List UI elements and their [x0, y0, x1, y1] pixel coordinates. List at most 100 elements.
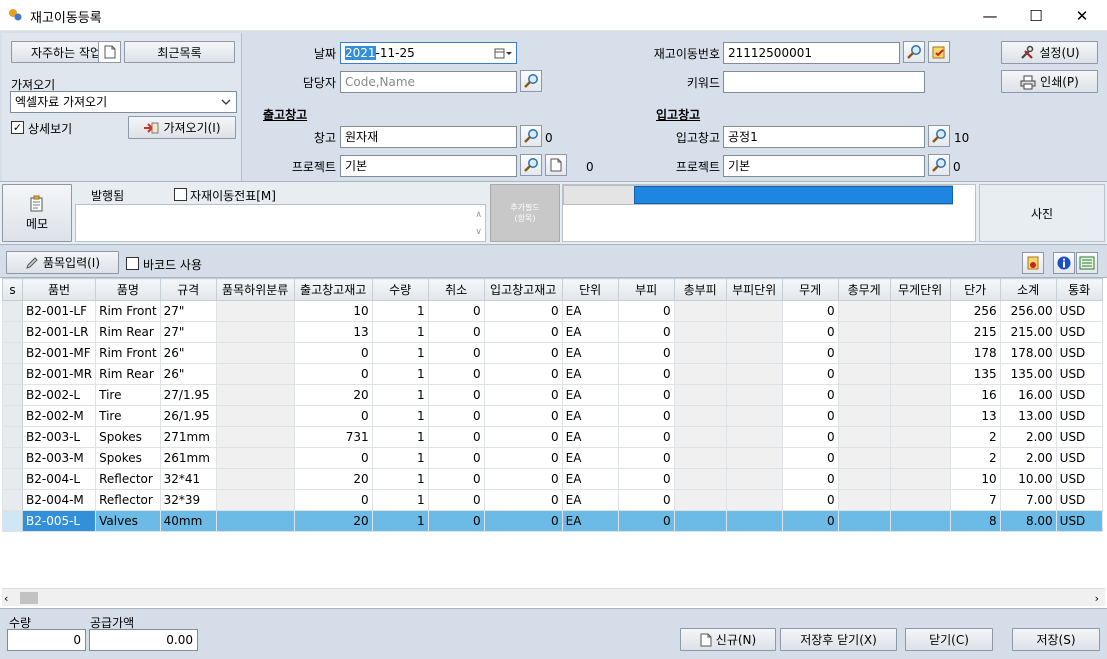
table-cell[interactable]: [837, 447, 891, 469]
table-cell[interactable]: 0: [617, 426, 675, 448]
table-cell[interactable]: [673, 384, 727, 406]
import-select[interactable]: 엑셀자료 가져오기: [10, 91, 237, 113]
table-cell[interactable]: B2-001-LF: [21, 300, 97, 322]
table-cell[interactable]: USD: [1055, 426, 1103, 448]
table-cell[interactable]: Spokes: [95, 426, 161, 448]
row-selector[interactable]: [2, 468, 23, 490]
table-cell[interactable]: 0: [617, 489, 675, 511]
table-cell[interactable]: USD: [1055, 468, 1103, 490]
table-cell[interactable]: 0: [293, 489, 373, 511]
column-header[interactable]: 입고창고재고: [483, 278, 563, 301]
table-cell[interactable]: 1: [371, 384, 429, 406]
table-cell[interactable]: 731: [293, 426, 373, 448]
table-cell[interactable]: [215, 321, 295, 343]
table-cell[interactable]: [215, 342, 295, 364]
column-header[interactable]: 품명: [95, 278, 161, 301]
table-cell[interactable]: 10: [949, 468, 1001, 490]
table-cell[interactable]: USD: [1055, 384, 1103, 406]
table-cell[interactable]: 0: [427, 363, 485, 385]
table-cell[interactable]: [837, 405, 891, 427]
table-cell[interactable]: B2-002-M: [21, 405, 97, 427]
table-cell[interactable]: 0: [617, 363, 675, 385]
table-cell[interactable]: B2-001-LR: [21, 321, 97, 343]
table-cell[interactable]: 0: [483, 510, 563, 532]
row-selector[interactable]: [2, 489, 23, 511]
barcode-checkbox[interactable]: [126, 257, 139, 270]
table-cell[interactable]: 0: [427, 510, 485, 532]
table-cell[interactable]: 1: [371, 405, 429, 427]
column-header[interactable]: 부피: [617, 278, 675, 301]
table-cell[interactable]: [673, 510, 727, 532]
table-cell[interactable]: [725, 342, 783, 364]
table-cell[interactable]: 0: [617, 300, 675, 322]
table-cell[interactable]: 0: [781, 489, 839, 511]
table-cell[interactable]: 0: [617, 342, 675, 364]
out-project-input[interactable]: 기본: [340, 155, 517, 177]
column-header[interactable]: 단위: [561, 278, 619, 301]
table-cell[interactable]: 0: [483, 363, 563, 385]
table-cell[interactable]: 0: [781, 426, 839, 448]
table-cell[interactable]: 0: [781, 510, 839, 532]
table-cell[interactable]: 0: [427, 489, 485, 511]
table-cell[interactable]: [725, 468, 783, 490]
table-cell[interactable]: [889, 342, 951, 364]
table-cell[interactable]: 32*41: [159, 468, 217, 490]
transfer-no-input[interactable]: 21112500001: [723, 42, 900, 64]
table-cell[interactable]: 0: [427, 468, 485, 490]
out-project-doc-icon[interactable]: [545, 154, 567, 176]
table-row[interactable]: B2-001-MF Rim Front 26" 0 1 0 0 EA 0 0 178 178.00 US…: [2, 342, 1103, 364]
table-row[interactable]: B2-001-MR Rim Rear 26" 0 1 0 0 EA 0 0 135 135.00 USD: [2, 363, 1103, 385]
extra-field-button[interactable]: 추가필드 (항목): [490, 184, 560, 242]
column-header[interactable]: 무게단위: [889, 278, 951, 301]
table-cell[interactable]: [889, 321, 951, 343]
keyword-input[interactable]: [723, 71, 925, 93]
table-row[interactable]: B2-001-LR Rim Rear 27" 13 1 0 0 EA 0 0 215 215.00 US…: [2, 321, 1103, 343]
table-cell[interactable]: Rim Rear: [95, 363, 161, 385]
table-cell[interactable]: 0: [483, 321, 563, 343]
table-cell[interactable]: [837, 342, 891, 364]
table-cell[interactable]: EA: [561, 363, 619, 385]
table-row[interactable]: B2-004-M Reflector 32*39 0 1 0 0 EA 0 0 7 7.00 USD: [2, 489, 1103, 511]
table-cell[interactable]: [725, 321, 783, 343]
table-cell[interactable]: [837, 384, 891, 406]
scroll-thumb[interactable]: [20, 592, 38, 604]
print-button[interactable]: 인쇄(P): [1001, 70, 1098, 93]
table-cell[interactable]: Tire: [95, 384, 161, 406]
scroll-left-icon[interactable]: ‹: [4, 592, 8, 605]
table-cell[interactable]: [725, 426, 783, 448]
table-cell[interactable]: EA: [561, 384, 619, 406]
column-header[interactable]: 품번: [21, 278, 97, 301]
row-selector[interactable]: [2, 384, 23, 406]
table-cell[interactable]: [673, 426, 727, 448]
table-cell[interactable]: [889, 384, 951, 406]
table-cell[interactable]: B2-002-L: [21, 384, 97, 406]
column-header[interactable]: 규격: [159, 278, 217, 301]
table-cell[interactable]: [673, 342, 727, 364]
table-cell[interactable]: 0: [617, 405, 675, 427]
table-cell[interactable]: USD: [1055, 363, 1103, 385]
column-header[interactable]: 소계: [999, 278, 1057, 301]
out-warehouse-search-icon[interactable]: [520, 125, 542, 147]
table-cell[interactable]: 8.00: [999, 510, 1057, 532]
transfer-no-search-icon[interactable]: [903, 41, 925, 63]
table-cell[interactable]: 13: [949, 405, 1001, 427]
table-cell[interactable]: [215, 468, 295, 490]
table-cell[interactable]: [215, 489, 295, 511]
checklist-icon[interactable]: [928, 41, 950, 63]
calendar-icon[interactable]: [494, 48, 512, 59]
scroll-right-icon[interactable]: ›: [1095, 592, 1099, 605]
table-cell[interactable]: USD: [1055, 510, 1103, 532]
table-cell[interactable]: 215.00: [999, 321, 1057, 343]
table-cell[interactable]: 0: [781, 321, 839, 343]
row-selector[interactable]: [2, 342, 23, 364]
table-cell[interactable]: 0: [427, 342, 485, 364]
table-cell[interactable]: 0: [781, 447, 839, 469]
table-cell[interactable]: [725, 510, 783, 532]
table-cell[interactable]: [725, 447, 783, 469]
table-cell[interactable]: 40mm: [159, 510, 217, 532]
table-cell[interactable]: USD: [1055, 405, 1103, 427]
table-cell[interactable]: 0: [427, 405, 485, 427]
table-cell[interactable]: 135.00: [999, 363, 1057, 385]
table-row[interactable]: B2-002-M Tire 26/1.95 0 1 0 0 EA 0 0 13 13.00 USD: [2, 405, 1103, 427]
table-cell[interactable]: 261mm: [159, 447, 217, 469]
